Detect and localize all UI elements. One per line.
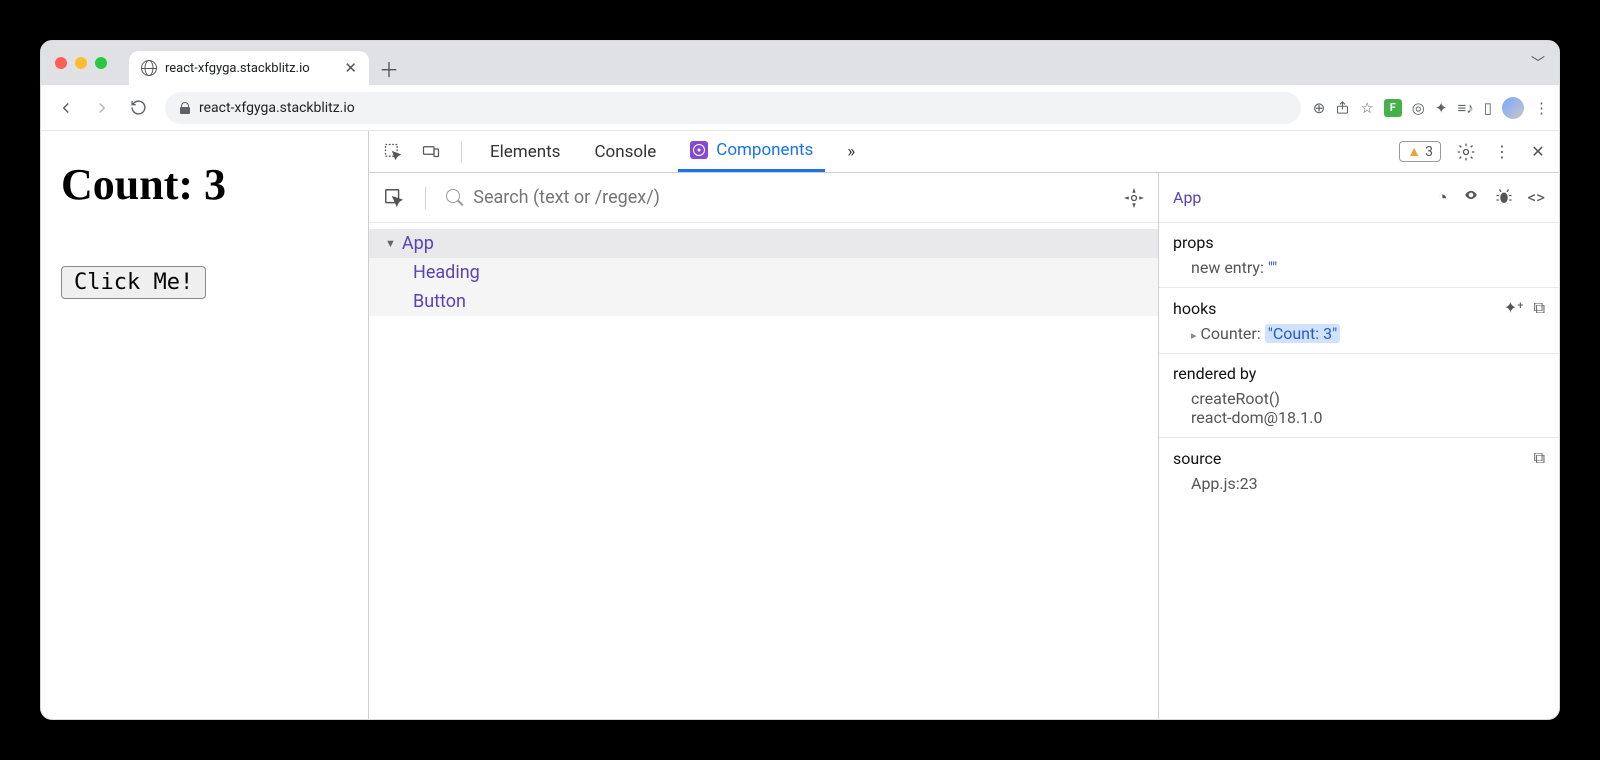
- selected-component-name: App: [1173, 188, 1201, 207]
- address-bar[interactable]: react-xfgyga.stackblitz.io: [165, 92, 1301, 124]
- side-panel-icon[interactable]: ▯: [1484, 99, 1492, 117]
- browser-window: react-xfgyga.stackblitz.io ✕ ＋ ﹀ react-x…: [40, 40, 1560, 720]
- window-controls: [49, 41, 115, 85]
- click-me-button[interactable]: Click Me!: [61, 266, 206, 299]
- content-area: Count: 3 Click Me! Elements Console Comp…: [41, 131, 1559, 719]
- inspector-header: App ◔ <>: [1159, 173, 1559, 223]
- props-title: props: [1173, 233, 1545, 252]
- tree-node-app[interactable]: ▼ App: [369, 229, 1158, 258]
- lock-icon: [179, 102, 191, 114]
- devtools-tabstrip: Elements Console Components » ▲ 3 ⋮: [369, 131, 1559, 173]
- react-devtools-body: ▼ App Heading Button App: [369, 173, 1559, 719]
- devtools-settings-icon[interactable]: [1455, 141, 1477, 163]
- source-title: source: [1173, 449, 1221, 468]
- hooks-title: hooks: [1173, 299, 1216, 318]
- share-icon[interactable]: [1335, 99, 1350, 116]
- tab-strip: react-xfgyga.stackblitz.io ✕ ＋ ﹀: [41, 41, 1559, 85]
- copy-icon[interactable]: ⧉: [1534, 298, 1545, 318]
- tree-node-button[interactable]: Button: [369, 287, 1158, 316]
- tab-console[interactable]: Console: [582, 131, 668, 172]
- tabs-overflow[interactable]: »: [835, 131, 867, 172]
- disclosure-triangle-icon[interactable]: ▸: [1191, 329, 1197, 342]
- tab-components[interactable]: Components: [678, 131, 825, 172]
- component-tree-panel: ▼ App Heading Button: [369, 173, 1159, 719]
- magic-wand-icon[interactable]: ✦⁺: [1504, 298, 1524, 318]
- tree-toolbar: [369, 173, 1158, 223]
- copy-icon[interactable]: ⧉: [1534, 448, 1545, 468]
- suspense-icon[interactable]: ◔: [1437, 188, 1447, 208]
- warnings-badge[interactable]: ▲ 3: [1399, 141, 1441, 162]
- globe-icon: [141, 60, 157, 76]
- component-search[interactable]: [446, 187, 1110, 208]
- bug-icon[interactable]: [1495, 188, 1513, 208]
- react-logo-icon: [690, 141, 708, 159]
- rendered-by-section: rendered by createRoot() react-dom@18.1.…: [1159, 354, 1559, 438]
- props-row[interactable]: new entry: "": [1173, 258, 1545, 277]
- close-tab-icon[interactable]: ✕: [344, 59, 357, 77]
- tabs-overflow-icon[interactable]: ﹀: [1531, 53, 1545, 73]
- view-source-icon[interactable]: <>: [1527, 188, 1545, 208]
- extension-icon-eye[interactable]: ◎: [1412, 99, 1425, 117]
- extensions-puzzle-icon[interactable]: ✦: [1435, 99, 1448, 117]
- devtools-panel: Elements Console Components » ▲ 3 ⋮: [369, 131, 1559, 719]
- separator: [461, 141, 462, 163]
- disclosure-triangle-icon[interactable]: ▼: [385, 237, 396, 250]
- search-icon: [446, 189, 463, 207]
- tab-title: react-xfgyga.stackblitz.io: [165, 61, 310, 76]
- inspect-element-icon[interactable]: [379, 138, 407, 166]
- source-section: source ⧉ App.js:23: [1159, 438, 1559, 503]
- rendered-by-title: rendered by: [1173, 364, 1545, 383]
- component-tree: ▼ App Heading Button: [369, 223, 1158, 316]
- url-text: react-xfgyga.stackblitz.io: [199, 100, 355, 116]
- devtools-close-icon[interactable]: ✕: [1527, 141, 1549, 163]
- extension-icon-green[interactable]: F: [1384, 99, 1402, 117]
- page-heading: Count: 3: [61, 159, 348, 210]
- reload-button[interactable]: [123, 93, 153, 123]
- inspect-dom-icon[interactable]: [1461, 188, 1481, 208]
- hook-row[interactable]: ▸ Counter: "Count: 3": [1173, 324, 1545, 343]
- separator: [425, 187, 426, 209]
- back-button[interactable]: [51, 93, 81, 123]
- tree-node-heading[interactable]: Heading: [369, 258, 1158, 287]
- bookmark-star-icon[interactable]: ☆: [1360, 99, 1373, 117]
- rendered-by-row[interactable]: react-dom@18.1.0: [1173, 408, 1545, 427]
- select-element-icon[interactable]: [383, 187, 405, 209]
- hook-value: "Count: 3": [1265, 324, 1341, 343]
- warning-count: 3: [1425, 144, 1433, 160]
- reading-list-icon[interactable]: ≡♪: [1457, 99, 1473, 117]
- device-toolbar-icon[interactable]: [417, 138, 445, 166]
- tree-settings-icon[interactable]: [1124, 188, 1144, 208]
- props-section: props new entry: "": [1159, 223, 1559, 288]
- close-window-button[interactable]: [55, 57, 67, 69]
- browser-toolbar: react-xfgyga.stackblitz.io ⊕ ☆ F ◎ ✦ ≡♪ …: [41, 85, 1559, 131]
- rendered-by-row[interactable]: createRoot(): [1173, 389, 1545, 408]
- maximize-window-button[interactable]: [95, 57, 107, 69]
- browser-tab[interactable]: react-xfgyga.stackblitz.io ✕: [129, 51, 369, 85]
- new-tab-button[interactable]: ＋: [375, 54, 403, 82]
- browser-menu-icon[interactable]: ⋮: [1534, 99, 1549, 117]
- forward-button[interactable]: [87, 93, 117, 123]
- devtools-menu-icon[interactable]: ⋮: [1491, 141, 1513, 163]
- toolbar-right-icons: ⊕ ☆ F ◎ ✦ ≡♪ ▯ ⋮: [1313, 97, 1549, 119]
- zoom-icon[interactable]: ⊕: [1313, 99, 1326, 117]
- minimize-window-button[interactable]: [75, 57, 87, 69]
- tab-elements[interactable]: Elements: [478, 131, 572, 172]
- warning-icon: ▲: [1407, 143, 1421, 160]
- hooks-section: hooks ✦⁺ ⧉ ▸ Counter: "Count: 3": [1159, 288, 1559, 354]
- source-location[interactable]: App.js:23: [1173, 474, 1545, 493]
- component-inspector: App ◔ <> props: [1159, 173, 1559, 719]
- search-input[interactable]: [473, 187, 1110, 208]
- profile-avatar[interactable]: [1502, 97, 1524, 119]
- rendered-page: Count: 3 Click Me!: [41, 131, 369, 719]
